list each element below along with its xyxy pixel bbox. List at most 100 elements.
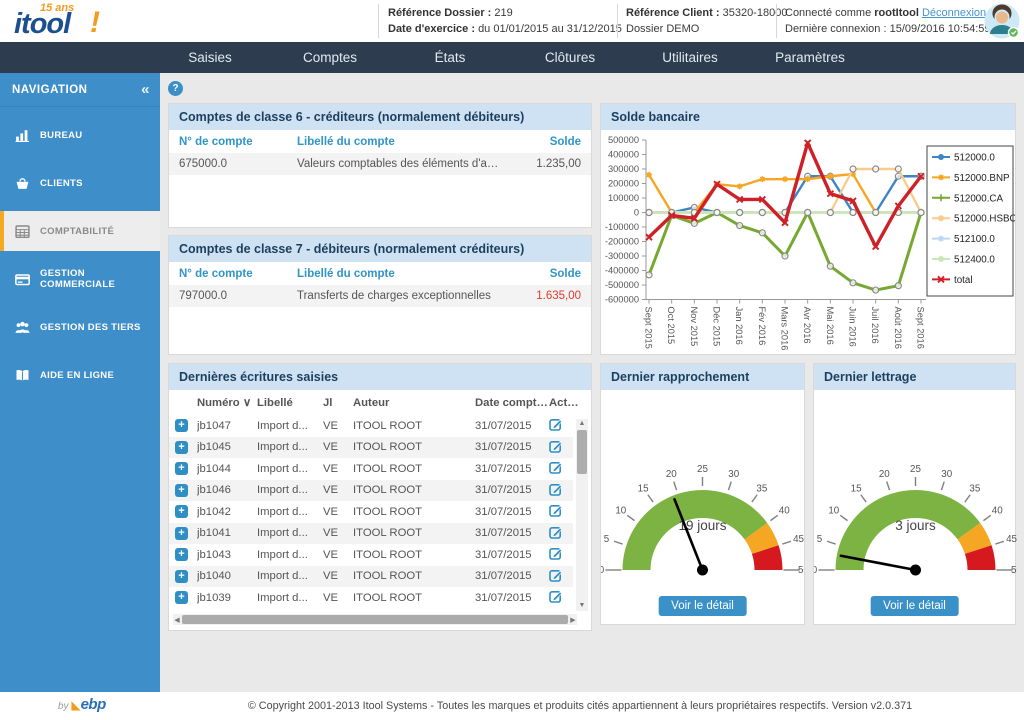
entry-journal: VE	[323, 549, 353, 561]
ebp-by: by	[58, 701, 69, 712]
table-row[interactable]: +jb1040Import d...VEITOOL ROOT31/07/2015	[169, 566, 573, 588]
entry-journal: VE	[323, 506, 353, 518]
svg-text:Août 2016: Août 2016	[893, 307, 903, 349]
expand-plus-icon[interactable]: +	[175, 570, 188, 583]
table-row[interactable]: +jb1043Import d...VEITOOL ROOT31/07/2015	[169, 544, 573, 566]
table-row[interactable]: 675000.0Valeurs comptables des éléments …	[169, 153, 591, 175]
expand-cell: +	[175, 570, 197, 583]
expand-plus-icon[interactable]: +	[175, 419, 188, 432]
column-header-classe7-1: Libellé du compte	[287, 262, 511, 285]
horizontal-scrollbar[interactable]: ◀ ▶	[173, 614, 577, 625]
expand-plus-icon[interactable]: +	[175, 527, 188, 540]
menu-item-saisies[interactable]: Saisies	[150, 42, 270, 73]
svg-text:total: total	[954, 275, 973, 286]
scroll-right-icon[interactable]: ▶	[569, 616, 577, 624]
client-info: Référence Client : 35320-18000 Dossier D…	[626, 5, 787, 37]
table-row[interactable]: +jb1042Import d...VEITOOL ROOT31/07/2015	[169, 501, 573, 523]
last-connection-value: 15/09/2016 10:54:59	[890, 23, 991, 35]
panel-classe7: Comptes de classe 7 - débiteurs (normale…	[168, 235, 592, 355]
lettrage-detail-button[interactable]: Voir le détail	[870, 596, 959, 616]
svg-text:30: 30	[941, 469, 952, 480]
table-row[interactable]: +jb1045Import d...VEITOOL ROOT31/07/2015	[169, 437, 573, 459]
entry-journal: VE	[323, 420, 353, 432]
entry-date: 31/07/2015	[475, 549, 549, 561]
menu-item-utilitaires[interactable]: Utilitaires	[630, 42, 750, 73]
column-header-date-comptab[interactable]: Date comptab	[475, 397, 549, 409]
entry-date: 31/07/2015	[475, 592, 549, 604]
user-avatar[interactable]	[984, 3, 1020, 39]
column-header-classe6-0: N° de compte	[169, 130, 287, 153]
scroll-up-icon[interactable]: ▲	[576, 419, 588, 429]
vertical-scrollbar[interactable]: ▲ ▼	[576, 419, 588, 611]
sidebar-item-gestion-des-tiers[interactable]: GESTION DES TIERS	[0, 307, 160, 347]
entry-number: jb1045	[197, 441, 257, 453]
svg-text:Nov 2015: Nov 2015	[689, 307, 699, 347]
svg-text:400000: 400000	[608, 150, 639, 160]
menu-item-comptes[interactable]: Comptes	[270, 42, 390, 73]
table-row[interactable]: +jb1046Import d...VEITOOL ROOT31/07/2015	[169, 480, 573, 502]
dossier-ref-label: Référence Dossier :	[388, 7, 491, 19]
chart-title: Solde bancaire	[601, 104, 1015, 130]
sidebar-item-gestion-commerciale[interactable]: GESTION COMMERCIALE	[0, 259, 160, 299]
expand-plus-icon[interactable]: +	[175, 441, 188, 454]
entry-date: 31/07/2015	[475, 441, 549, 453]
svg-text:Déc 2015: Déc 2015	[712, 307, 722, 347]
entry-journal: VE	[323, 441, 353, 453]
table-row[interactable]: +jb1044Import d...VEITOOL ROOT31/07/2015	[169, 458, 573, 480]
entry-date: 31/07/2015	[475, 484, 549, 496]
svg-text:25: 25	[697, 464, 708, 475]
menu-item-clôtures[interactable]: Clôtures	[510, 42, 630, 73]
entry-label: Import d...	[257, 549, 323, 561]
svg-text:15: 15	[851, 483, 862, 494]
column-header-classe7-2: Solde	[511, 262, 591, 285]
svg-text:5: 5	[817, 534, 823, 545]
expand-plus-icon[interactable]: +	[175, 462, 188, 475]
help-icon[interactable]: ?	[168, 81, 183, 96]
last-connection-label: Dernière connexion :	[785, 23, 887, 35]
vertical-scroll-thumb[interactable]	[577, 430, 587, 474]
horizontal-scroll-thumb[interactable]	[182, 615, 568, 624]
expand-cell: +	[175, 462, 197, 475]
column-header-jl[interactable]: Jl	[323, 397, 353, 409]
sidebar-collapse-icon[interactable]: «	[141, 73, 150, 107]
panel-ecritures-title: Dernières écritures saisies	[169, 364, 591, 390]
table-row[interactable]: +jb1047Import d...VEITOOL ROOT31/07/2015	[169, 415, 573, 437]
menu-item-paramètres[interactable]: Paramètres	[750, 42, 870, 73]
entry-date: 31/07/2015	[475, 506, 549, 518]
column-header-num-ro[interactable]: Numéro ∨	[197, 396, 257, 409]
rapprochement-detail-button[interactable]: Voir le détail	[658, 596, 747, 616]
column-header-action[interactable]: Action	[549, 397, 581, 409]
svg-text:25: 25	[910, 464, 921, 475]
page-footer: by ◣ebp © Copyright 2001-2013 Itool Syst…	[0, 692, 1024, 720]
sidebar-title: NAVIGATION	[12, 84, 88, 96]
column-header-libell-[interactable]: Libellé	[257, 397, 323, 409]
svg-text:10: 10	[828, 506, 839, 517]
table-row[interactable]: 797000.0Transferts de charges exceptionn…	[169, 285, 591, 307]
expand-plus-icon[interactable]: +	[175, 484, 188, 497]
column-header-auteur[interactable]: Auteur	[353, 397, 475, 409]
sidebar-item-comptabilit-[interactable]: COMPTABILITÉ	[0, 211, 160, 251]
expand-cell: +	[175, 505, 197, 518]
svg-text:Juin 2016: Juin 2016	[848, 307, 858, 347]
panel-lettrage: Dernier lettrage 051015202530354045503 j…	[813, 363, 1016, 625]
scroll-down-icon[interactable]: ▼	[576, 601, 588, 611]
expand-plus-icon[interactable]: +	[175, 548, 188, 561]
expand-plus-icon[interactable]: +	[175, 505, 188, 518]
sidebar-item-clients[interactable]: CLIENTS	[0, 163, 160, 203]
connected-user: rootItool	[874, 7, 919, 19]
panel-rapprochement-title: Dernier rapprochement	[601, 364, 804, 390]
column-header-classe6-2: Solde	[511, 130, 591, 153]
table-row[interactable]: +jb1039Import d...VEITOOL ROOT31/07/2015	[169, 587, 573, 609]
sidebar-item-bureau[interactable]: BUREAU	[0, 115, 160, 155]
expand-plus-icon[interactable]: +	[175, 591, 188, 604]
ebp-logo[interactable]: by ◣ebp	[58, 696, 106, 713]
svg-text:35: 35	[969, 483, 980, 494]
table-row[interactable]: +jb1041Import d...VEITOOL ROOT31/07/2015	[169, 523, 573, 545]
svg-text:5: 5	[604, 534, 610, 545]
logout-link[interactable]: Déconnexion	[922, 7, 986, 19]
sidebar-item-aide-en-ligne[interactable]: AIDE EN LIGNE	[0, 355, 160, 395]
menu-item-états[interactable]: États	[390, 42, 510, 73]
app-logo[interactable]: 15 ans itool !	[14, 2, 134, 42]
entry-number: jb1041	[197, 527, 257, 539]
scroll-left-icon[interactable]: ◀	[173, 616, 181, 624]
